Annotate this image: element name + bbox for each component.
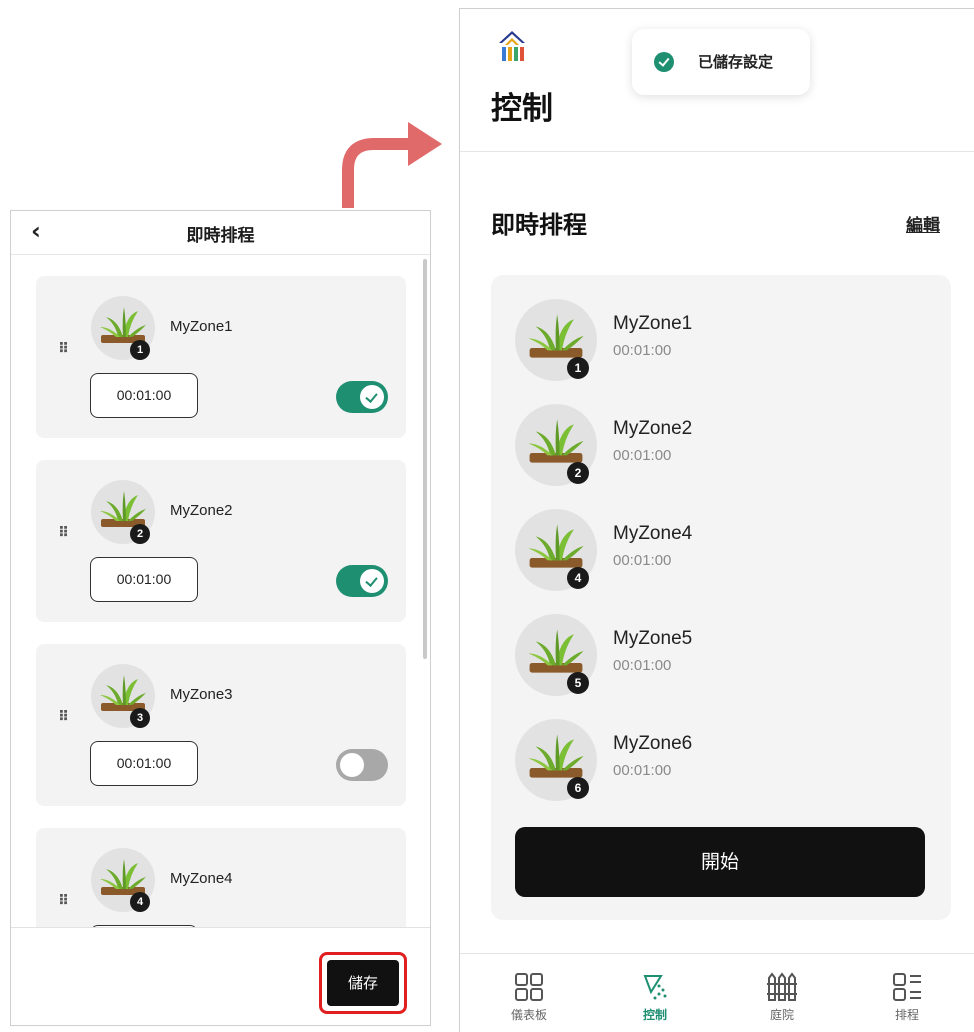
- toast-message: 已儲存設定: [698, 53, 774, 71]
- zone-name: MyZone6: [613, 733, 693, 754]
- save-highlight: 儲存: [319, 952, 407, 1014]
- zone-name: MyZone2: [170, 502, 233, 519]
- edit-link[interactable]: 編輯: [906, 211, 940, 236]
- plant-icon: [528, 419, 584, 463]
- start-button[interactable]: 開始: [515, 827, 925, 897]
- plant-avatar: 2: [515, 404, 597, 486]
- plant-icon: [528, 734, 584, 778]
- schedule-list-icon: [893, 973, 921, 1001]
- zone-number-badge: 2: [567, 462, 589, 484]
- zone-number-badge: 1: [567, 357, 589, 379]
- zone-number-badge: 2: [130, 524, 150, 544]
- zone-name: MyZone1: [613, 313, 693, 334]
- plant-avatar: 1: [515, 299, 597, 381]
- plant-icon: [100, 859, 146, 895]
- page-title: 控制: [491, 91, 553, 127]
- plant-avatar: 6: [515, 719, 597, 801]
- saved-toast: 已儲存設定: [632, 29, 810, 95]
- zone-card: ⠿ 2 MyZone2 00:01:00: [36, 460, 406, 622]
- bottom-nav: 儀表板 控制 庭院 排程: [460, 953, 974, 1032]
- zone-name: MyZone1: [170, 318, 233, 335]
- plant-icon: [528, 314, 584, 358]
- zone-number-badge: 4: [567, 567, 589, 589]
- plant-icon: [528, 524, 584, 568]
- toggle-knob: [340, 753, 364, 777]
- list-item[interactable]: 6 MyZone6 00:01:00: [515, 719, 935, 809]
- duration-field[interactable]: 00:01:00: [90, 741, 198, 786]
- scrollbar[interactable]: [423, 259, 427, 659]
- zone-name: MyZone5: [613, 628, 693, 649]
- section-title: 即時排程: [491, 211, 587, 239]
- nav-label: 控制: [642, 1008, 667, 1022]
- nav-label: 庭院: [769, 1008, 794, 1022]
- edit-footer: 儲存: [11, 927, 430, 1025]
- toggle-knob: [360, 385, 384, 409]
- zone-name: MyZone4: [170, 870, 233, 887]
- zone-number-badge: 3: [130, 708, 150, 728]
- zone-name: MyZone2: [613, 418, 693, 439]
- plant-avatar: 5: [515, 614, 597, 696]
- zone-duration: 00:01:00: [613, 657, 672, 674]
- zone-card: ⠿ 1 MyZone1 00:01:00: [36, 276, 406, 438]
- duration-field[interactable]: 00:01:00: [90, 373, 198, 418]
- zone-number-badge: 4: [130, 892, 150, 912]
- zone-duration: 00:01:00: [613, 552, 672, 569]
- plant-icon: [528, 629, 584, 673]
- edit-title: 即時排程: [186, 226, 255, 246]
- zone-number-badge: 5: [567, 672, 589, 694]
- drag-handle-icon[interactable]: ⠿: [58, 526, 69, 540]
- sprinkler-icon: [643, 975, 667, 1000]
- nav-item-yard[interactable]: 庭院: [742, 972, 822, 1023]
- header-divider: [460, 151, 974, 152]
- drag-handle-icon[interactable]: ⠿: [58, 342, 69, 356]
- zone-name: MyZone3: [170, 686, 233, 703]
- drag-handle-icon[interactable]: ⠿: [58, 894, 69, 908]
- fence-icon: [767, 972, 797, 1001]
- grid-icon: [515, 973, 543, 1001]
- zone-duration: 00:01:00: [613, 447, 672, 464]
- plant-avatar: 3: [91, 664, 155, 728]
- check-circle-icon: [654, 52, 674, 72]
- nav-item-dashboard[interactable]: 儀表板: [489, 972, 569, 1023]
- zone-enable-toggle[interactable]: [336, 565, 388, 597]
- list-item[interactable]: 4 MyZone4 00:01:00: [515, 509, 935, 599]
- app-logo-icon: [499, 31, 525, 61]
- plant-avatar: 2: [91, 480, 155, 544]
- nav-label: 儀表板: [510, 1008, 547, 1022]
- zone-name: MyZone4: [613, 523, 693, 544]
- nav-item-control[interactable]: 控制: [615, 972, 695, 1023]
- zone-card: ⠿ 3 MyZone3 00:01:00: [36, 644, 406, 806]
- duration-field[interactable]: 00:01:00: [90, 557, 198, 602]
- plant-icon: [100, 307, 146, 343]
- plant-icon: [100, 675, 146, 711]
- zone-enable-toggle[interactable]: [336, 381, 388, 413]
- plant-avatar: 4: [515, 509, 597, 591]
- nav-item-schedule[interactable]: 排程: [867, 972, 947, 1023]
- zone-duration: 00:01:00: [613, 342, 672, 359]
- list-item[interactable]: 5 MyZone5 00:01:00: [515, 614, 935, 704]
- zone-duration: 00:01:00: [613, 762, 672, 779]
- plant-avatar: 1: [91, 296, 155, 360]
- zone-number-badge: 1: [130, 340, 150, 360]
- zone-card: ⠿ 4 MyZone4: [36, 828, 406, 955]
- drag-handle-icon[interactable]: ⠿: [58, 710, 69, 724]
- control-screen: 控制 已儲存設定 即時排程 編輯 1 MyZone1 00:01:00 2 My…: [459, 8, 974, 1032]
- flow-arrow-icon: [342, 122, 442, 208]
- instant-schedule-card: 1 MyZone1 00:01:00 2 MyZone2 00:01:00 4 …: [491, 275, 951, 920]
- plant-icon: [100, 491, 146, 527]
- save-button[interactable]: 儲存: [327, 960, 399, 1006]
- nav-label: 排程: [894, 1008, 919, 1022]
- list-item[interactable]: 1 MyZone1 00:01:00: [515, 299, 935, 389]
- plant-avatar: 4: [91, 848, 155, 912]
- list-item[interactable]: 2 MyZone2 00:01:00: [515, 404, 935, 494]
- toggle-knob: [360, 569, 384, 593]
- zone-enable-toggle[interactable]: [336, 749, 388, 781]
- zone-number-badge: 6: [567, 777, 589, 799]
- zone-edit-panel: ‹ 即時排程 ⠿ 1 MyZone1 00:01:00 ⠿ 2 MyZone2 …: [10, 210, 431, 1026]
